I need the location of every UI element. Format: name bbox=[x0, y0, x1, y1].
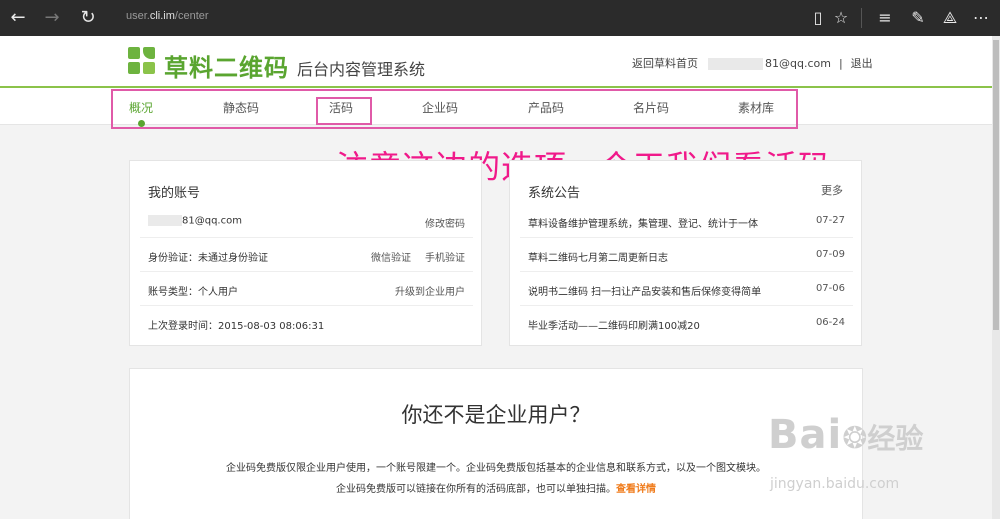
address-bar[interactable]: user.cli.im/center bbox=[126, 10, 209, 22]
header-separator: | bbox=[838, 57, 843, 70]
notice-text[interactable]: 草料二维码七月第二周更新日志 bbox=[528, 249, 668, 264]
favorite-star-icon[interactable]: ☆ bbox=[829, 6, 853, 30]
account-type-row: 账号类型：个人用户 升级到企业用户 bbox=[140, 272, 473, 306]
notice-text[interactable]: 毕业季活动——二维码印刷满100减20 bbox=[528, 317, 700, 332]
baidu-jingyan-watermark: Bai❂经验 jingyan.baidu.com bbox=[768, 412, 924, 492]
forward-icon[interactable]: → bbox=[40, 6, 64, 30]
toolbar-divider bbox=[861, 8, 862, 28]
verify-status: 身份验证：未通过身份验证 bbox=[148, 253, 268, 264]
list-item[interactable]: 草料设备维护管理系统，集管理、登记、统计于一体 07-27 bbox=[520, 204, 853, 238]
notice-text[interactable]: 草料设备维护管理系统，集管理、登记、统计于一体 bbox=[528, 215, 758, 230]
brand-subtitle: 后台内容管理系统 bbox=[297, 60, 426, 79]
notice-date: 07-09 bbox=[815, 249, 845, 260]
account-type: 账号类型：个人用户 bbox=[148, 287, 238, 298]
tabs-highlight-box bbox=[111, 89, 798, 129]
account-email: 81@qq.com bbox=[182, 215, 242, 227]
redacted-email-prefix bbox=[708, 58, 763, 70]
account-email-row: 81@qq.com 修改密码 bbox=[140, 204, 473, 238]
list-item[interactable]: 说明书二维码 扫一扫让产品安装和售后保修变得简单 07-06 bbox=[520, 272, 853, 306]
home-link[interactable]: 返回草料首页 bbox=[632, 57, 698, 70]
refresh-icon[interactable]: ↻ bbox=[76, 6, 100, 30]
phone-verify-link[interactable]: 手机验证 bbox=[425, 249, 465, 264]
notice-date: 07-06 bbox=[815, 283, 845, 294]
header-user-links: 返回草料首页 81@qq.com | 退出 bbox=[632, 55, 873, 71]
enterprise-description: 企业码免费版仅限企业用户使用，一个账号限建一个。企业码免费版包括基本的企业信息和… bbox=[226, 463, 766, 474]
notices-more-link[interactable]: 更多 bbox=[821, 182, 843, 198]
notices-card: 系统公告 更多 草料设备维护管理系统，集管理、登记、统计于一体 07-27 草料… bbox=[509, 160, 862, 346]
user-email: 81@qq.com bbox=[765, 57, 831, 70]
account-verify-row: 身份验证：未通过身份验证 微信验证 手机验证 bbox=[140, 238, 473, 272]
share-icon[interactable]: ⟁ bbox=[938, 6, 962, 30]
notice-text[interactable]: 说明书二维码 扫一扫让产品安装和售后保修变得简单 bbox=[528, 283, 761, 298]
view-details-link[interactable]: 查看详情 bbox=[616, 484, 656, 495]
last-login: 上次登录时间：2015-08-03 08:06:31 bbox=[148, 321, 325, 332]
account-card-title: 我的账号 bbox=[148, 186, 201, 201]
logo-icon[interactable] bbox=[128, 47, 156, 75]
last-login-row: 上次登录时间：2015-08-03 08:06:31 bbox=[140, 306, 473, 340]
redacted-email-prefix bbox=[148, 215, 182, 226]
upgrade-link[interactable]: 升级到企业用户 bbox=[395, 283, 465, 298]
enterprise-card: 你还不是企业用户？ 企业码免费版仅限企业用户使用，一个账号限建一个。企业码免费版… bbox=[129, 368, 863, 519]
enterprise-description-2: 企业码免费版可以链接在你所有的活码底部，也可以单独扫描。查看详情 bbox=[336, 484, 656, 495]
wechat-verify-link[interactable]: 微信验证 bbox=[371, 249, 411, 264]
browser-toolbar: ← → ↻ user.cli.im/center ▯ ☆ ≡ ✎ ⟁ ⋯ bbox=[0, 0, 1000, 36]
site-header: 草料二维码 后台内容管理系统 返回草料首页 81@qq.com | 退出 bbox=[0, 36, 992, 88]
enterprise-title: 你还不是企业用户？ bbox=[401, 403, 591, 427]
hub-icon[interactable]: ≡ bbox=[873, 6, 897, 30]
web-note-icon[interactable]: ✎ bbox=[906, 6, 930, 30]
notice-date: 06-24 bbox=[815, 317, 845, 328]
notices-card-title: 系统公告 bbox=[528, 186, 581, 201]
page-scrollbar[interactable] bbox=[992, 36, 1000, 519]
reading-view-icon[interactable]: ▯ bbox=[806, 6, 830, 30]
scrollbar-thumb[interactable] bbox=[993, 40, 999, 330]
list-item[interactable]: 毕业季活动——二维码印刷满100减20 06-24 bbox=[520, 306, 853, 340]
notice-date: 07-27 bbox=[815, 215, 845, 226]
list-item[interactable]: 草料二维码七月第二周更新日志 07-09 bbox=[520, 238, 853, 272]
back-icon[interactable]: ← bbox=[6, 6, 30, 30]
more-icon[interactable]: ⋯ bbox=[969, 6, 993, 30]
paw-icon: ❂ bbox=[842, 421, 868, 456]
brand-name[interactable]: 草料二维码 bbox=[164, 48, 289, 83]
live-code-highlight-box bbox=[316, 97, 372, 125]
change-password-link[interactable]: 修改密码 bbox=[425, 215, 465, 230]
logout-link[interactable]: 退出 bbox=[851, 57, 873, 70]
account-card: 我的账号 81@qq.com 修改密码 身份验证：未通过身份验证 微信验证 手机… bbox=[129, 160, 482, 346]
